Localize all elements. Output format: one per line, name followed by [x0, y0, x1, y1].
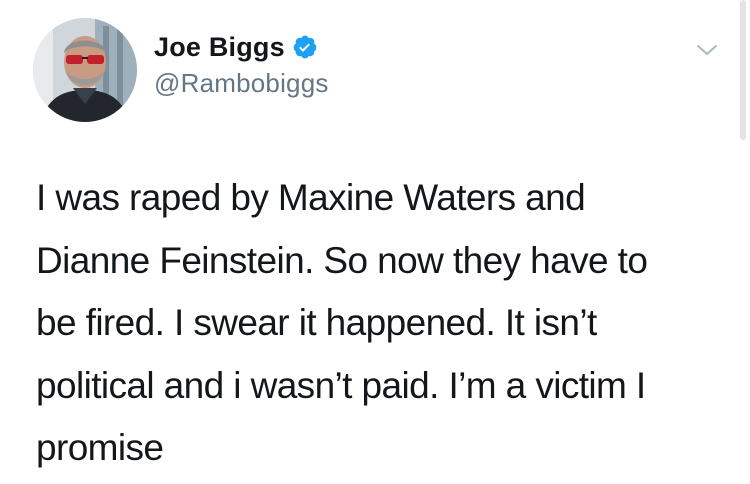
- scrollbar[interactable]: [740, 0, 746, 140]
- verified-badge-icon: [292, 34, 318, 60]
- tweet-text-line: political and i wasn’t paid. I’m a victi…: [36, 364, 646, 406]
- tweet-text: I was raped by Maxine Waters and Dianne …: [36, 167, 736, 480]
- user-info: Joe Biggs @Rambobiggs: [154, 30, 329, 99]
- name-row: Joe Biggs: [154, 30, 329, 64]
- tweet-text-line: I was raped by Maxine Waters and: [36, 177, 586, 218]
- tweet-card: Joe Biggs @Rambobiggs I was raped by Max…: [0, 0, 750, 484]
- tweet-text-line: be fired. I swear it happened. It isn’t: [36, 302, 597, 343]
- avatar-image: [33, 18, 137, 122]
- tweet-text-line: promise: [36, 427, 164, 468]
- avatar[interactable]: [33, 18, 137, 122]
- display-name[interactable]: Joe Biggs: [154, 32, 285, 63]
- chevron-down-icon[interactable]: [690, 40, 724, 62]
- user-handle[interactable]: @Rambobiggs: [154, 68, 329, 99]
- tweet-text-line: Dianne Feinstein. So now they have to: [36, 239, 648, 281]
